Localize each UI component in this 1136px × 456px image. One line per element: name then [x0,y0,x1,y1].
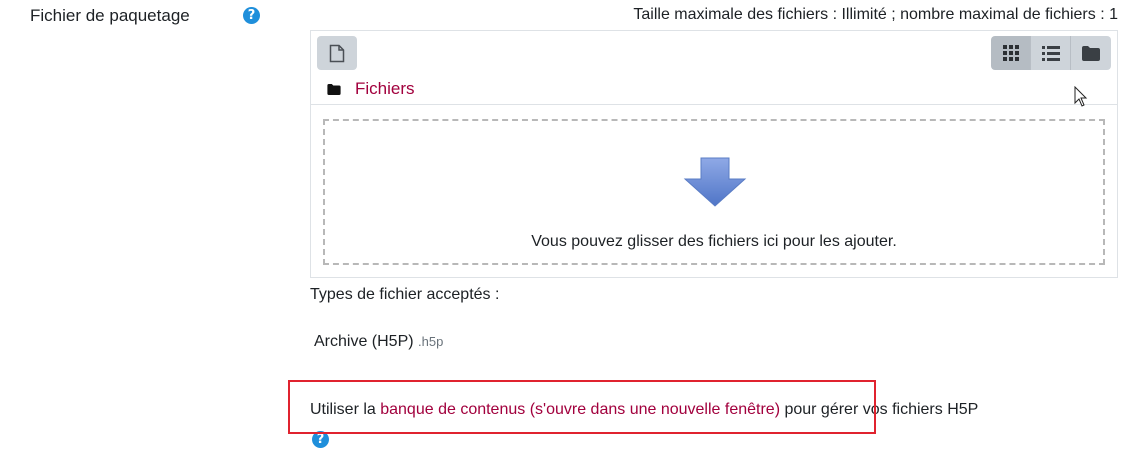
folder-icon [1082,45,1100,61]
file-picker: Fichiers Vous pouvez glisser des fichier… [310,30,1118,278]
dropzone-message: Vous pouvez glisser des fichiers ici pou… [531,233,897,250]
view-tree-button[interactable] [1071,36,1111,70]
field-label: Fichier de paquetage [30,6,190,25]
help-icon[interactable]: ? [243,7,260,24]
accepted-types-title: Types de fichier acceptés : [310,286,500,303]
type-extension: .h5p [418,334,444,349]
view-icons-button[interactable] [991,36,1031,70]
file-dropzone[interactable]: Vous pouvez glisser des fichiers ici pou… [323,119,1105,265]
accepted-type-item: Archive (H5P) .h5p [314,333,443,351]
view-mode-group [991,36,1111,70]
breadcrumb: Fichiers [327,79,415,99]
divider [311,104,1117,105]
type-name: Archive (H5P) [314,333,414,350]
highlight-box [288,380,876,434]
grid-icon [1002,45,1019,61]
list-icon [1041,45,1060,61]
file-limits-text: Taille maximale des fichiers : Illimité … [633,6,1118,23]
file-icon [329,44,345,62]
add-file-button[interactable] [317,36,357,70]
folder-icon [327,83,341,95]
breadcrumb-files-link[interactable]: Fichiers [355,79,415,99]
mouse-cursor-icon [1074,86,1088,107]
view-list-button[interactable] [1031,36,1071,70]
download-arrow-icon [683,157,747,207]
